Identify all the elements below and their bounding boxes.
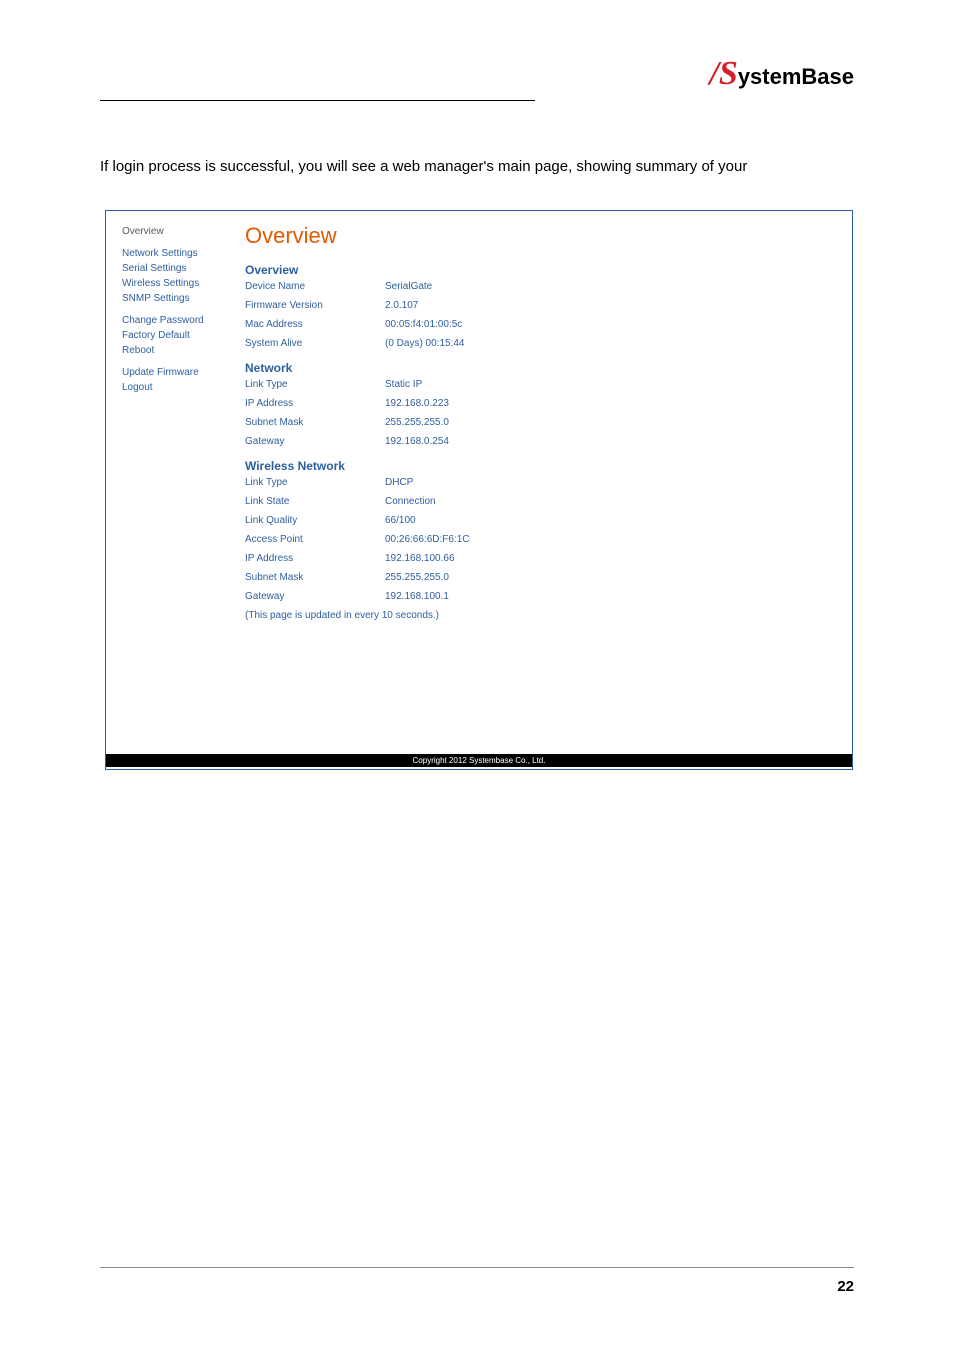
value-w-access-point: 00:26:66:6D:F6:1C	[385, 534, 470, 545]
value-w-link-state: Connection	[385, 496, 436, 507]
sidebar-item-snmp-settings[interactable]: SNMP Settings	[122, 292, 237, 306]
label-mac-address: Mac Address	[245, 319, 385, 330]
sidebar-item-network-settings[interactable]: Network Settings	[122, 247, 237, 261]
label-subnet-mask: Subnet Mask	[245, 417, 385, 428]
sidebar-item-change-password[interactable]: Change Password	[122, 314, 237, 328]
label-w-access-point: Access Point	[245, 534, 385, 545]
value-link-type: Static IP	[385, 379, 422, 390]
value-w-subnet-mask: 255.255.255.0	[385, 572, 449, 583]
overview-row: System Alive(0 Days) 00:15:44	[245, 338, 836, 349]
overview-row: Firmware Version2.0.107	[245, 300, 836, 311]
sidebar-group-3: Change Password Factory Default Reboot	[122, 314, 237, 358]
wireless-row: Access Point00:26:66:6D:F6:1C	[245, 534, 836, 545]
label-w-link-quality: Link Quality	[245, 515, 385, 526]
value-w-ip-address: 192.168.100.66	[385, 553, 455, 564]
value-subnet-mask: 255.255.255.0	[385, 417, 449, 428]
label-w-ip-address: IP Address	[245, 553, 385, 564]
section-title-network: Network	[245, 361, 836, 375]
wireless-row: Link Quality66/100	[245, 515, 836, 526]
label-device-name: Device Name	[245, 281, 385, 292]
value-gateway: 192.168.0.254	[385, 436, 449, 447]
value-w-gateway: 192.168.100.1	[385, 591, 449, 602]
logo-rest: ystemBase	[738, 64, 854, 90]
sidebar-group-1: Overview	[122, 225, 237, 239]
page-number: 22	[837, 1278, 854, 1295]
header-rule	[100, 100, 535, 101]
logo-s: S	[719, 55, 738, 93]
wireless-row: Link StateConnection	[245, 496, 836, 507]
value-ip-address: 192.168.0.223	[385, 398, 449, 409]
logo-slash: /	[709, 55, 718, 93]
label-w-subnet-mask: Subnet Mask	[245, 572, 385, 583]
label-w-link-state: Link State	[245, 496, 385, 507]
label-system-alive: System Alive	[245, 338, 385, 349]
sidebar-group-4: Update Firmware Logout	[122, 366, 237, 395]
sidebar-item-serial-settings[interactable]: Serial Settings	[122, 262, 237, 276]
screenshot-inner: Overview Network Settings Serial Setting…	[106, 211, 852, 746]
label-w-link-type: Link Type	[245, 477, 385, 488]
value-firmware-version: 2.0.107	[385, 300, 418, 311]
value-w-link-quality: 66/100	[385, 515, 416, 526]
network-row: Gateway192.168.0.254	[245, 436, 836, 447]
network-row: IP Address192.168.0.223	[245, 398, 836, 409]
wireless-row: Subnet Mask255.255.255.0	[245, 572, 836, 583]
overview-row: Mac Address00:05:f4:01:00:5c	[245, 319, 836, 330]
refresh-note: (This page is updated in every 10 second…	[245, 610, 836, 621]
footer-rule	[100, 1267, 854, 1268]
value-w-link-type: DHCP	[385, 477, 413, 488]
label-ip-address: IP Address	[245, 398, 385, 409]
section-title-overview: Overview	[245, 263, 836, 277]
sidebar-item-reboot[interactable]: Reboot	[122, 344, 237, 358]
web-manager-screenshot: Overview Network Settings Serial Setting…	[105, 210, 853, 770]
sidebar-item-factory-default[interactable]: Factory Default	[122, 329, 237, 343]
copyright-bar: Copyright 2012 Systembase Co., Ltd.	[106, 754, 852, 767]
sidebar-item-wireless-settings[interactable]: Wireless Settings	[122, 277, 237, 291]
wireless-row: IP Address192.168.100.66	[245, 553, 836, 564]
main-content: Overview Overview Device NameSerialGate …	[237, 225, 836, 746]
label-gateway: Gateway	[245, 436, 385, 447]
network-row: Subnet Mask255.255.255.0	[245, 417, 836, 428]
sidebar-item-update-firmware[interactable]: Update Firmware	[122, 366, 237, 380]
sidebar: Overview Network Settings Serial Setting…	[122, 225, 237, 746]
sidebar-group-2: Network Settings Serial Settings Wireles…	[122, 247, 237, 306]
value-mac-address: 00:05:f4:01:00:5c	[385, 319, 462, 330]
section-title-wireless: Wireless Network	[245, 459, 836, 473]
sidebar-item-logout[interactable]: Logout	[122, 381, 237, 395]
wireless-row: Link TypeDHCP	[245, 477, 836, 488]
label-firmware-version: Firmware Version	[245, 300, 385, 311]
wireless-row: Gateway192.168.100.1	[245, 591, 836, 602]
label-link-type: Link Type	[245, 379, 385, 390]
value-system-alive: (0 Days) 00:15:44	[385, 338, 465, 349]
page-title: Overview	[245, 223, 836, 249]
value-device-name: SerialGate	[385, 281, 432, 292]
overview-row: Device NameSerialGate	[245, 281, 836, 292]
label-w-gateway: Gateway	[245, 591, 385, 602]
network-row: Link TypeStatic IP	[245, 379, 836, 390]
brand-logo: /SystemBase	[709, 55, 854, 93]
intro-text: If login process is successful, you will…	[100, 158, 747, 175]
sidebar-item-overview[interactable]: Overview	[122, 225, 237, 239]
